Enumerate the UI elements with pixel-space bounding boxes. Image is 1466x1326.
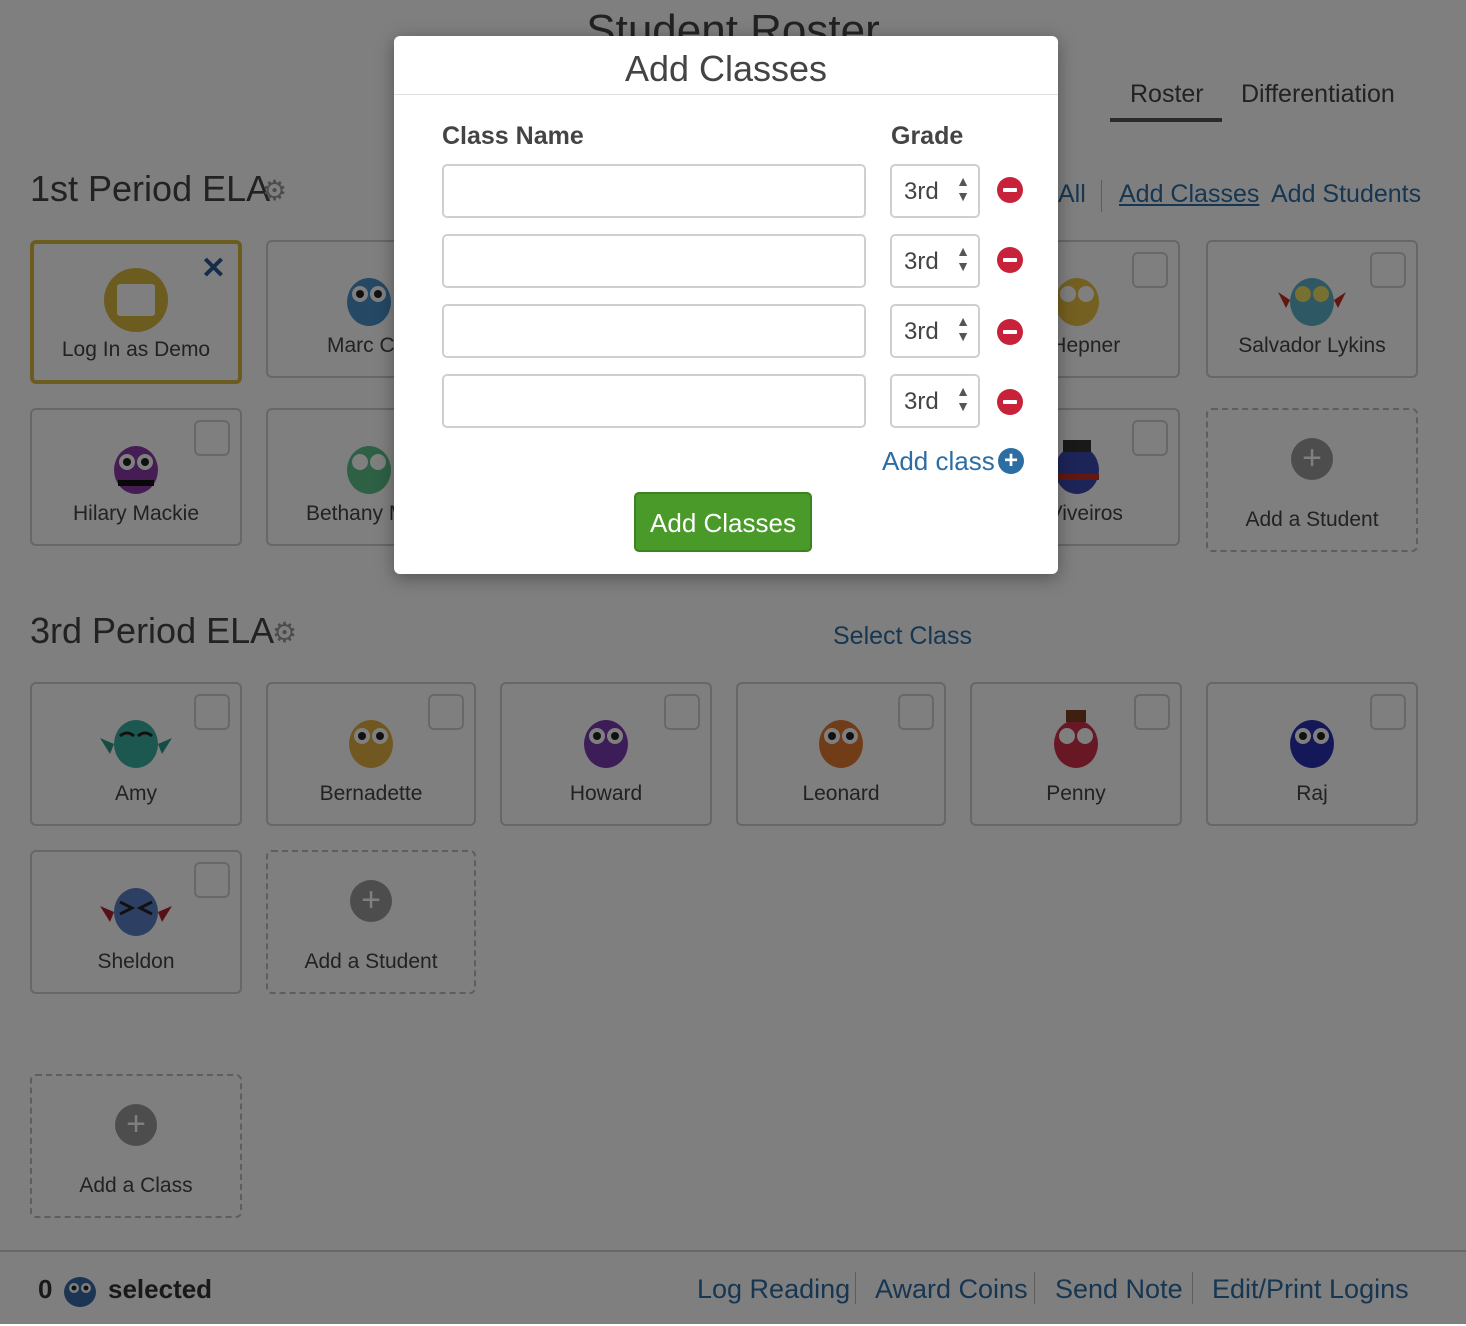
up-down-arrows-icon: ▲ ▼ xyxy=(956,313,970,344)
class-name-input[interactable] xyxy=(442,234,866,288)
grade-column-header: Grade xyxy=(891,122,964,150)
remove-circle-icon[interactable] xyxy=(997,319,1023,345)
grade-value: 3rd xyxy=(904,388,939,415)
grade-select[interactable]: 3rd ▲ ▼ xyxy=(890,234,980,288)
class-name-column-header: Class Name xyxy=(442,122,584,150)
class-name-input[interactable] xyxy=(442,304,866,358)
up-down-arrows-icon: ▲ ▼ xyxy=(956,173,970,204)
add-class-link[interactable]: Add class xyxy=(882,446,995,477)
add-classes-modal: Add Classes Class Name Grade 3rd ▲ ▼ 3rd … xyxy=(394,36,1058,574)
add-classes-submit-button[interactable]: Add Classes xyxy=(634,492,812,552)
up-down-arrows-icon: ▲ ▼ xyxy=(956,243,970,274)
class-name-input[interactable] xyxy=(442,374,866,428)
plus-circle-icon[interactable]: + xyxy=(998,448,1024,474)
grade-value: 3rd xyxy=(904,318,939,345)
modal-divider xyxy=(394,94,1058,95)
modal-title: Add Classes xyxy=(624,48,828,89)
grade-select[interactable]: 3rd ▲ ▼ xyxy=(890,164,980,218)
remove-circle-icon[interactable] xyxy=(997,247,1023,273)
grade-select[interactable]: 3rd ▲ ▼ xyxy=(890,304,980,358)
grade-value: 3rd xyxy=(904,248,939,275)
remove-circle-icon[interactable] xyxy=(997,177,1023,203)
class-name-input[interactable] xyxy=(442,164,866,218)
grade-select[interactable]: 3rd ▲ ▼ xyxy=(890,374,980,428)
remove-circle-icon[interactable] xyxy=(997,389,1023,415)
up-down-arrows-icon: ▲ ▼ xyxy=(956,383,970,414)
grade-value: 3rd xyxy=(904,178,939,205)
